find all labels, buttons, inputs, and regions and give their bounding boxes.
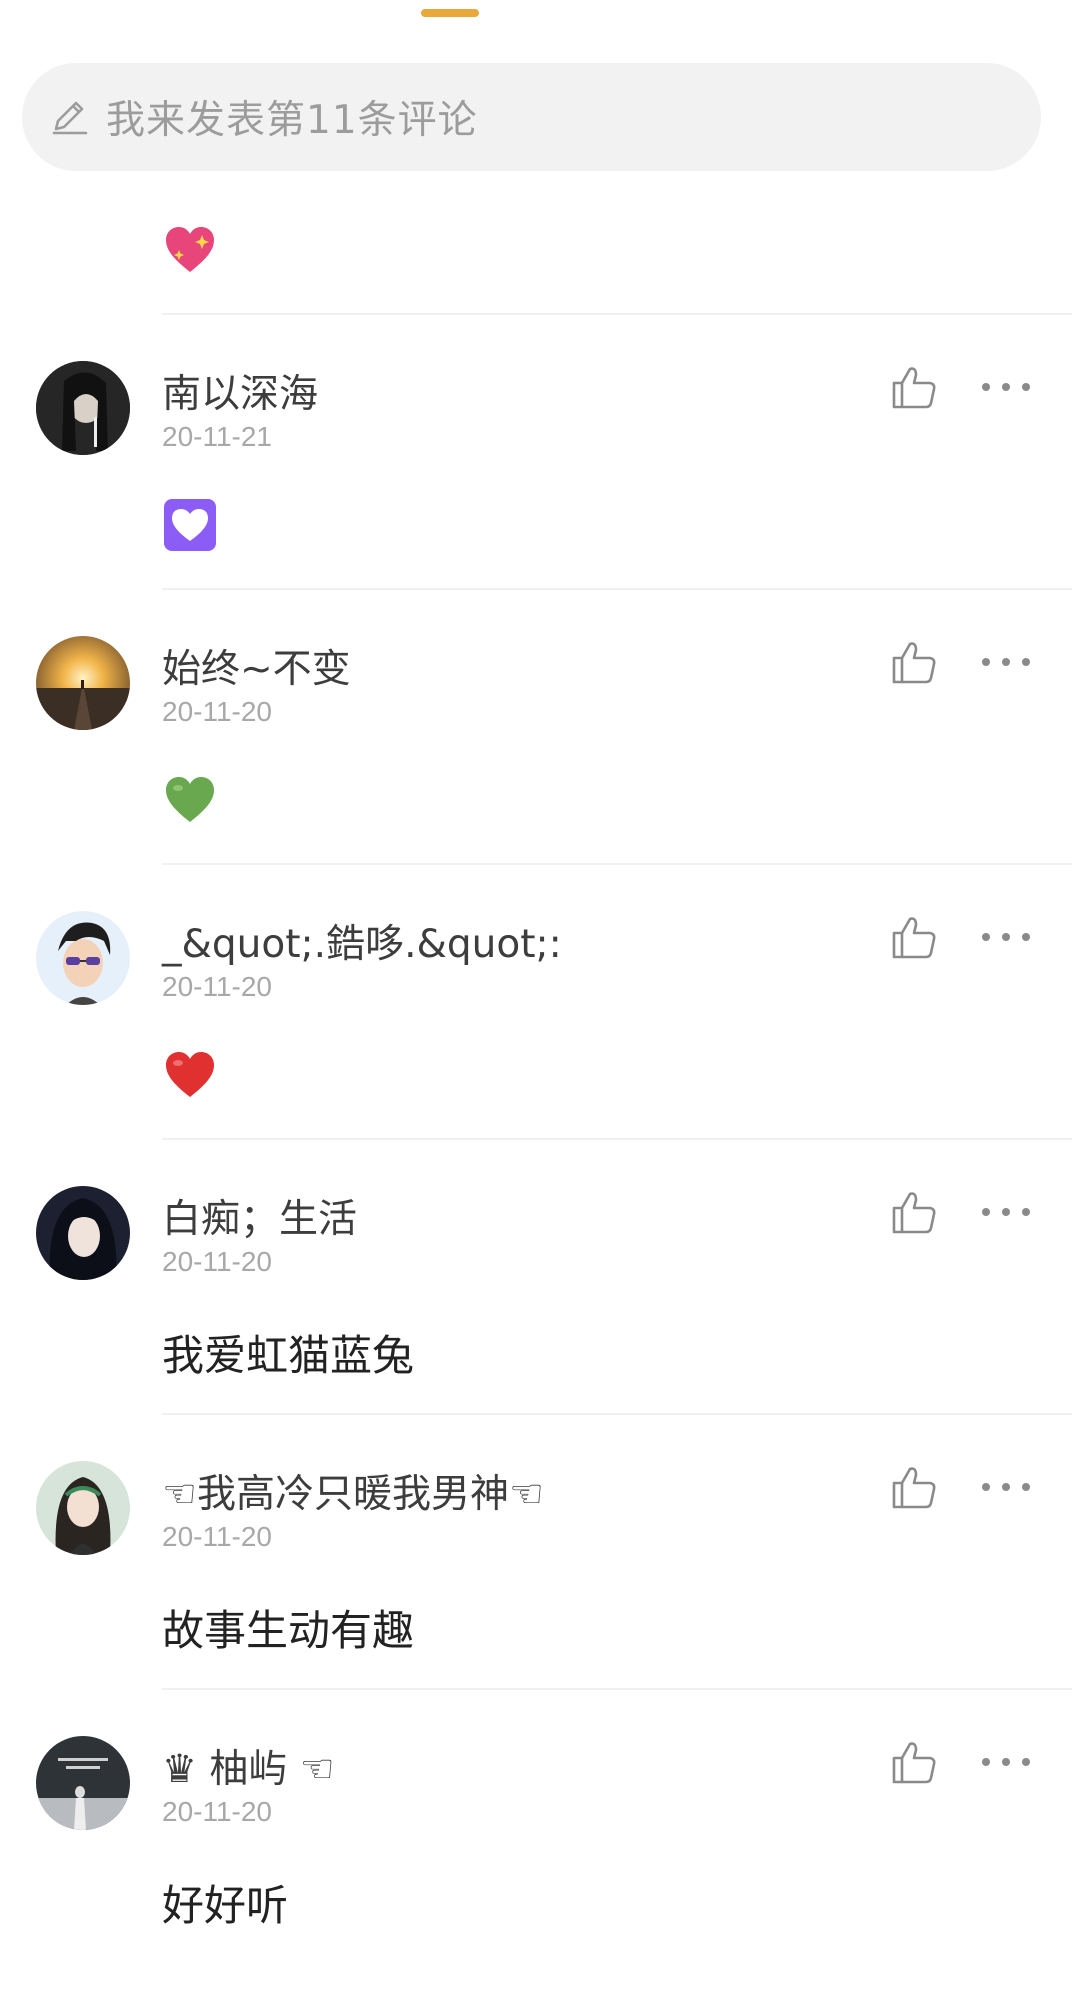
avatar[interactable] <box>36 636 130 730</box>
pencil-icon <box>52 101 88 135</box>
thumbs-up-icon <box>892 1742 936 1784</box>
like-button[interactable] <box>890 363 938 411</box>
more-dots-icon <box>982 933 1030 941</box>
comment-username[interactable]: 白痴；生活 <box>162 1188 357 1244</box>
comment-date: 20-11-20 <box>162 1246 273 1277</box>
comment-input-placeholder: 我来发表第11条评论 <box>106 98 478 143</box>
comment-date: 20-11-20 <box>162 1521 273 1552</box>
thumbs-up-icon <box>892 1467 936 1509</box>
divider <box>162 313 1072 315</box>
divider <box>162 1688 1072 1690</box>
thumbs-up-icon <box>892 642 936 684</box>
comment-username[interactable]: 始终~不变 <box>162 638 351 694</box>
comment-item: ☜我高冷只暖我男神☜ 20-11-20 故事生动有趣 <box>0 1461 1072 1736</box>
comment-item: 始终~不变 20-11-20 <box>0 636 1072 911</box>
comment-date: 20-11-21 <box>162 421 273 452</box>
comment-date: 20-11-20 <box>162 971 273 1002</box>
more-options-button[interactable] <box>980 925 1032 949</box>
divider <box>162 1413 1072 1415</box>
divider <box>162 1138 1072 1140</box>
like-button[interactable] <box>890 1463 938 1511</box>
comment-input-bar[interactable]: 我来发表第11条评论 <box>22 63 1041 171</box>
more-options-button[interactable] <box>980 1475 1032 1499</box>
comment-text: 好好听 <box>162 1881 289 1930</box>
comment-date: 20-11-20 <box>162 1796 273 1827</box>
more-dots-icon <box>982 658 1030 666</box>
red-heart-emoji <box>162 1047 218 1103</box>
divider <box>162 588 1072 590</box>
comment-text: 故事生动有趣 <box>162 1606 415 1655</box>
comment-item: _&quot;.鋯哆.&quot;: 20-11-20 <box>0 911 1072 1186</box>
avatar[interactable] <box>36 911 130 1005</box>
thumbs-up-icon <box>892 917 936 959</box>
more-options-button[interactable] <box>980 1750 1032 1774</box>
avatar[interactable] <box>36 1461 130 1555</box>
comment-text: 我爱虹猫蓝兔 <box>162 1331 415 1380</box>
avatar[interactable] <box>36 361 130 455</box>
like-button[interactable] <box>890 638 938 686</box>
comment-item: 南以深海 20-11-21 <box>0 361 1072 636</box>
comment-date: 20-11-20 <box>162 696 273 727</box>
comment-username[interactable]: ☜我高冷只暖我男神☜ <box>162 1463 544 1519</box>
comment-username[interactable]: 南以深海 <box>162 363 318 419</box>
comment-item: 白痴；生活 20-11-20 我爱虹猫蓝兔 <box>0 1186 1072 1461</box>
more-options-button[interactable] <box>980 650 1032 674</box>
more-dots-icon <box>982 383 1030 391</box>
avatar[interactable] <box>36 1736 130 1830</box>
avatar[interactable] <box>36 1186 130 1280</box>
comment-username[interactable]: ♛ 柚屿 ☜ <box>162 1738 335 1794</box>
drag-handle[interactable] <box>421 9 479 17</box>
like-button[interactable] <box>890 913 938 961</box>
like-button[interactable] <box>890 1188 938 1236</box>
comment-username[interactable]: _&quot;.鋯哆.&quot;: <box>162 913 562 969</box>
more-dots-icon <box>982 1758 1030 1766</box>
thumbs-up-icon <box>892 367 936 409</box>
more-options-button[interactable] <box>980 1200 1032 1224</box>
more-options-button[interactable] <box>980 375 1032 399</box>
comment-item: ♛ 柚屿 ☜ 20-11-20 好好听 <box>0 1736 1072 2011</box>
more-dots-icon <box>982 1208 1030 1216</box>
white-heart-emoji <box>162 497 218 553</box>
thumbs-up-icon <box>892 1192 936 1234</box>
green-heart-emoji <box>162 772 218 828</box>
divider <box>162 863 1072 865</box>
like-button[interactable] <box>890 1738 938 1786</box>
more-dots-icon <box>982 1483 1030 1491</box>
sparkling-heart-emoji <box>162 222 218 278</box>
